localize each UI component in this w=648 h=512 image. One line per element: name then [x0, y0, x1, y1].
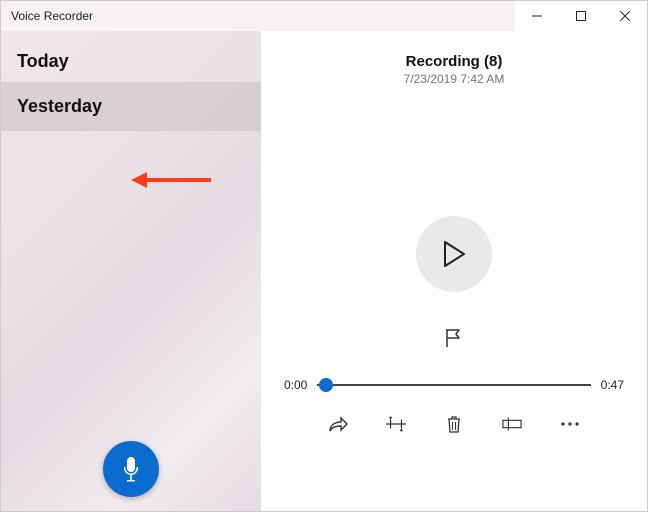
ellipsis-icon — [560, 421, 580, 427]
toolbar — [328, 414, 580, 434]
total-time: 0:47 — [601, 378, 624, 392]
trash-icon — [446, 415, 462, 433]
current-time: 0:00 — [284, 378, 307, 392]
timeline: 0:00 0:47 — [284, 378, 624, 392]
more-button[interactable] — [560, 414, 580, 434]
add-marker-button[interactable] — [445, 328, 463, 348]
delete-button[interactable] — [444, 414, 464, 434]
recording-datetime: 7/23/2019 7:42 AM — [404, 72, 505, 86]
seek-thumb[interactable] — [319, 378, 333, 392]
trim-icon — [386, 416, 406, 432]
titlebar: Voice Recorder — [1, 1, 647, 31]
annotation-arrow-icon — [131, 170, 211, 190]
seek-track[interactable] — [317, 384, 590, 386]
recording-title: Recording (8) — [406, 53, 503, 70]
close-button[interactable] — [603, 1, 647, 31]
share-icon — [328, 415, 348, 433]
record-button[interactable] — [103, 441, 159, 497]
group-yesterday[interactable]: Yesterday — [1, 82, 261, 131]
share-button[interactable] — [328, 414, 348, 434]
minimize-button[interactable] — [515, 1, 559, 31]
rename-button[interactable] — [502, 414, 522, 434]
flag-icon — [445, 328, 463, 348]
trim-button[interactable] — [386, 414, 406, 434]
play-icon — [442, 240, 466, 268]
microphone-icon — [121, 456, 141, 482]
window-title: Voice Recorder — [1, 9, 515, 23]
rename-icon — [502, 417, 522, 431]
play-button[interactable] — [416, 216, 492, 292]
maximize-button[interactable] — [559, 1, 603, 31]
player-panel: Recording (8) 7/23/2019 7:42 AM 0:00 0:4… — [261, 31, 647, 511]
group-today[interactable]: Today — [1, 31, 261, 82]
recordings-sidebar: Today Yesterday — [1, 31, 261, 511]
